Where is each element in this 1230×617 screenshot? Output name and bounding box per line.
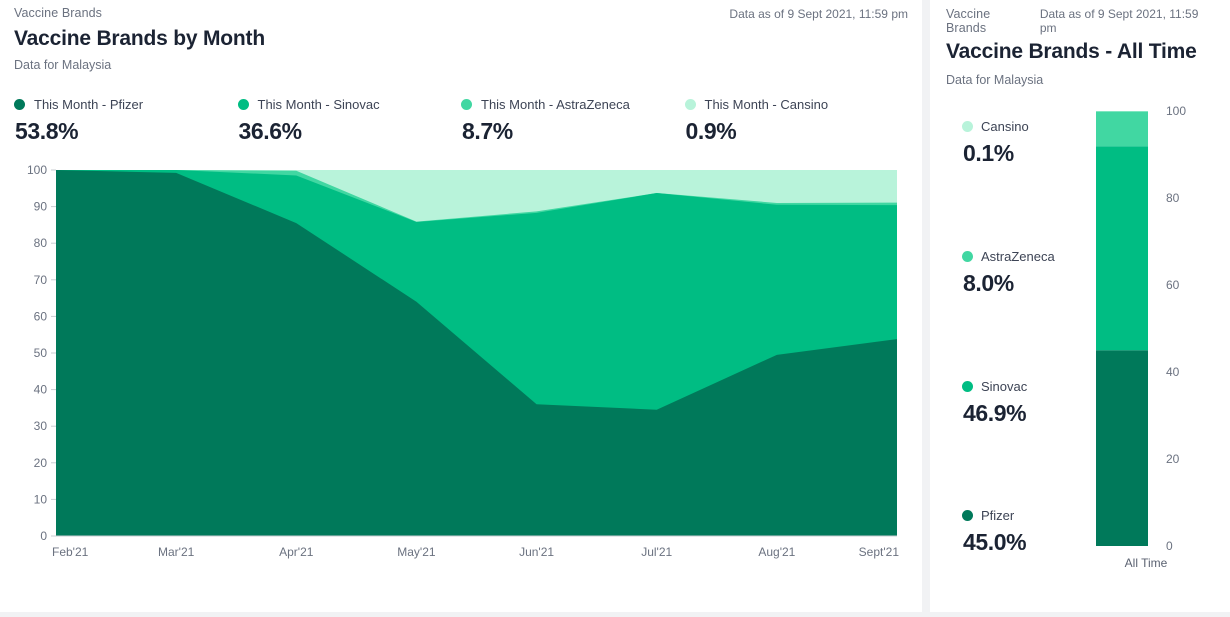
svg-text:Feb'21: Feb'21 [52, 545, 89, 559]
svg-text:Apr'21: Apr'21 [279, 545, 314, 559]
bar-segment-astrazeneca [1096, 111, 1148, 146]
area-chart-svg: 0 10 20 30 40 50 60 70 80 90 100 Feb'21 Mar'21 Apr'21… [14, 162, 908, 570]
svg-text:40: 40 [1166, 365, 1180, 379]
left-card-header: Vaccine Brands Data as of 9 Sept 2021, 1… [14, 6, 908, 21]
right-page-title: Vaccine Brands - All Time [946, 40, 1218, 65]
svg-text:90: 90 [34, 200, 48, 214]
legend-value: 36.6% [239, 118, 462, 145]
legend-value: 8.0% [963, 270, 1055, 297]
dashboard-root: Vaccine Brands Data as of 9 Sept 2021, 1… [0, 0, 1230, 617]
right-chart-body: Cansino 0.1% AstraZeneca 8.0% Sinovac [946, 101, 1230, 601]
svg-text:Aug'21: Aug'21 [758, 545, 795, 559]
legend-dot-icon [685, 99, 696, 110]
legend-item-pfizer[interactable]: This Month - Pfizer 53.8% [14, 97, 238, 145]
svg-text:100: 100 [1166, 104, 1186, 118]
legend-dot-icon [962, 121, 973, 132]
svg-text:70: 70 [34, 273, 48, 287]
svg-text:20: 20 [34, 456, 48, 470]
legend-label: This Month - AstraZeneca [481, 97, 630, 112]
left-eyebrow: Vaccine Brands [14, 6, 102, 20]
svg-text:60: 60 [34, 309, 48, 323]
svg-text:50: 50 [34, 346, 48, 360]
svg-text:Sept'21: Sept'21 [859, 545, 900, 559]
legend-dot-icon [962, 381, 973, 392]
svg-text:40: 40 [34, 383, 48, 397]
svg-text:Jul'21: Jul'21 [641, 545, 672, 559]
legend-dot-icon [14, 99, 25, 110]
legend-value: 46.9% [963, 400, 1027, 427]
legend-label: Pfizer [981, 508, 1014, 523]
svg-text:Mar'21: Mar'21 [158, 545, 195, 559]
svg-text:0: 0 [1166, 539, 1173, 551]
right-subtitle: Data for Malaysia [946, 73, 1218, 87]
area-chart: 0 10 20 30 40 50 60 70 80 90 100 Feb'21 Mar'21 Apr'21… [14, 162, 908, 570]
legend-value: 0.9% [686, 118, 909, 145]
left-legend: This Month - Pfizer 53.8% This Month - S… [14, 97, 908, 145]
legend-label: AstraZeneca [981, 249, 1055, 264]
legend-item-sinovac[interactable]: This Month - Sinovac 36.6% [238, 97, 462, 145]
svg-text:60: 60 [1166, 278, 1180, 292]
legend-value: 0.1% [963, 140, 1029, 167]
legend-dot-icon [238, 99, 249, 110]
stacked-bar-svg: 0 20 40 60 80 100 [1096, 101, 1226, 551]
right-legend-item-astrazeneca[interactable]: AstraZeneca 8.0% [962, 249, 1055, 297]
bar-axis-label: All Time [1096, 556, 1196, 570]
bar-segment-pfizer [1096, 350, 1148, 546]
right-eyebrow: Vaccine Brands [946, 7, 1034, 35]
right-card-header: Vaccine Brands Data as of 9 Sept 2021, 1… [946, 6, 1218, 35]
vaccine-brands-by-month-card: Vaccine Brands Data as of 9 Sept 2021, 1… [0, 0, 922, 612]
legend-label: This Month - Pfizer [34, 97, 143, 112]
bar-segment-sinovac [1096, 146, 1148, 350]
legend-label: This Month - Sinovac [258, 97, 380, 112]
svg-text:30: 30 [34, 419, 48, 433]
left-subtitle: Data for Malaysia [14, 58, 908, 72]
svg-text:May'21: May'21 [397, 545, 436, 559]
left-page-title: Vaccine Brands by Month [14, 27, 908, 51]
svg-text:Jun'21: Jun'21 [519, 545, 554, 559]
svg-text:80: 80 [34, 236, 48, 250]
legend-value: 45.0% [963, 529, 1026, 556]
right-legend-item-sinovac[interactable]: Sinovac 46.9% [962, 379, 1027, 427]
vaccine-brands-all-time-card: Vaccine Brands Data as of 9 Sept 2021, 1… [930, 0, 1230, 612]
legend-item-astrazeneca[interactable]: This Month - AstraZeneca 8.7% [461, 97, 685, 145]
svg-text:10: 10 [34, 492, 48, 506]
legend-label: Cansino [981, 119, 1029, 134]
legend-label: Sinovac [981, 379, 1027, 394]
svg-text:20: 20 [1166, 452, 1180, 466]
right-legend-item-pfizer[interactable]: Pfizer 45.0% [962, 508, 1026, 556]
legend-dot-icon [962, 251, 973, 262]
right-legend-item-cansino[interactable]: Cansino 0.1% [962, 119, 1029, 167]
legend-dot-icon [962, 510, 973, 521]
left-data-as-of: Data as of 9 Sept 2021, 11:59 pm [729, 6, 908, 21]
legend-dot-icon [461, 99, 472, 110]
svg-text:100: 100 [27, 163, 47, 177]
right-data-as-of: Data as of 9 Sept 2021, 11:59 pm [1040, 6, 1218, 35]
svg-text:80: 80 [1166, 191, 1180, 205]
legend-value: 53.8% [15, 118, 238, 145]
legend-item-cansino[interactable]: This Month - Cansino 0.9% [685, 97, 909, 145]
svg-text:0: 0 [40, 529, 47, 543]
stacked-bar-chart: 0 20 40 60 80 100 [1096, 101, 1226, 556]
legend-label: This Month - Cansino [705, 97, 829, 112]
legend-value: 8.7% [462, 118, 685, 145]
